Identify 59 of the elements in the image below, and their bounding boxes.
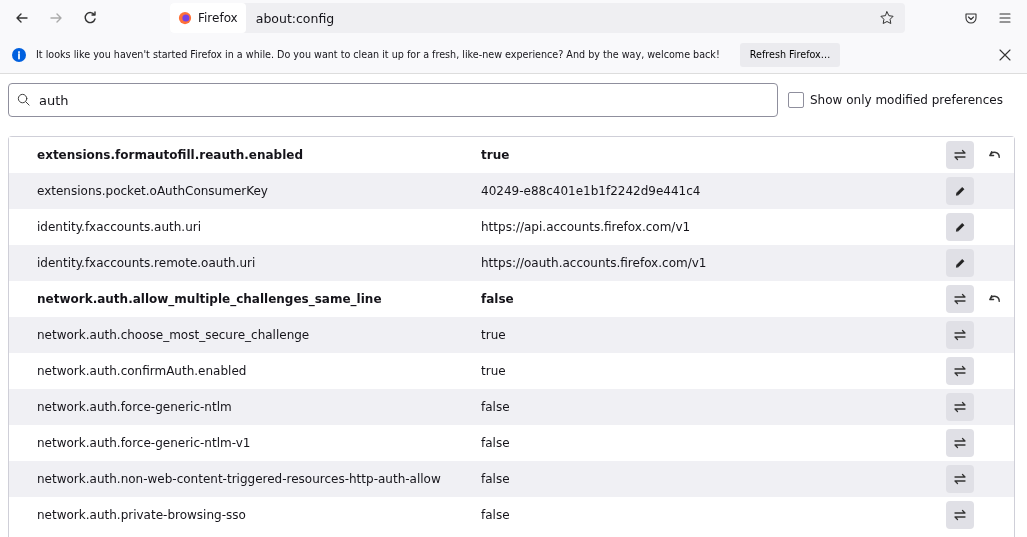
preference-name: extensions.pocket.oAuthConsumerKey	[36, 184, 269, 198]
preference-value: true	[481, 328, 507, 342]
preference-value: false	[481, 400, 511, 414]
pencil-icon	[953, 184, 967, 198]
preference-name: network.auth.confirmAuth.enabled	[36, 364, 248, 378]
swap-arrows-icon	[952, 147, 968, 163]
reload-icon	[82, 10, 98, 26]
preference-value: https://oauth.accounts.firefox.com/v1	[481, 256, 708, 270]
toggle-button[interactable]	[946, 141, 974, 169]
preference-name: network.auth.private-browsing-sso	[36, 508, 247, 522]
edit-button[interactable]	[946, 177, 974, 205]
edit-button[interactable]	[946, 213, 974, 241]
preference-value: https://api.accounts.firefox.com/v1	[481, 220, 692, 234]
star-icon	[879, 10, 895, 26]
address-text: about:config	[255, 10, 336, 26]
preference-name: identity.fxaccounts.remote.oauth.uri	[36, 256, 257, 270]
swap-arrows-icon	[952, 471, 968, 487]
site-identity-button[interactable]: Firefox	[170, 3, 246, 33]
preference-name: network.auth.force-generic-ntlm	[36, 400, 233, 414]
browser-logo-icon	[178, 11, 192, 25]
modified-only-checkbox[interactable]	[788, 92, 804, 108]
preference-value: false	[481, 292, 515, 306]
notification-message: It looks like you haven't started Firefox in a while. Do you want to clean it up for a fresh, like-new experience? And by the way, welcome back!	[36, 49, 720, 60]
pencil-icon	[953, 220, 967, 234]
pencil-icon	[953, 256, 967, 270]
address-bar[interactable]: Firefox about:config	[170, 3, 905, 33]
search-icon	[16, 92, 31, 107]
preference-value: 40249-e88c401e1b1f2242d9e441c4	[481, 184, 702, 198]
preference-name: network.auth.choose_most_secure_challenge	[36, 328, 311, 342]
refresh-firefox-button[interactable]: Refresh Firefox…	[739, 42, 841, 67]
preference-name: network.auth.allow_multiple_challenges_same_line	[36, 292, 383, 306]
search-field[interactable]: auth	[8, 83, 778, 117]
preference-name: identity.fxaccounts.auth.uri	[36, 220, 203, 234]
toggle-button[interactable]	[946, 321, 974, 349]
menu-icon	[997, 10, 1013, 26]
preference-value: false	[481, 508, 511, 522]
toggle-button[interactable]	[946, 285, 974, 313]
preference-name: network.auth.non-web-content-triggered-resources-http-auth-allow	[36, 472, 442, 486]
preference-value: false	[481, 436, 511, 450]
toggle-button[interactable]	[946, 357, 974, 385]
swap-arrows-icon	[952, 507, 968, 523]
preference-value: true	[481, 364, 507, 378]
edit-button[interactable]	[946, 249, 974, 277]
toggle-button[interactable]	[946, 465, 974, 493]
checkbox-label: Show only modified preferences	[810, 93, 1003, 107]
swap-arrows-icon	[952, 399, 968, 415]
preference-value: false	[481, 472, 511, 486]
toggle-button[interactable]	[946, 501, 974, 529]
info-icon	[12, 47, 26, 62]
toggle-button[interactable]	[946, 429, 974, 457]
preference-name: network.auth.force-generic-ntlm-v1	[36, 436, 252, 450]
swap-arrows-icon	[952, 327, 968, 343]
pocket-icon	[963, 10, 979, 26]
toggle-button[interactable]	[946, 393, 974, 421]
preference-value: true	[481, 148, 511, 162]
swap-arrows-icon	[952, 363, 968, 379]
swap-arrows-icon	[952, 435, 968, 451]
preference-name: extensions.formautofill.reauth.enabled	[36, 148, 304, 162]
swap-arrows-icon	[952, 291, 968, 307]
